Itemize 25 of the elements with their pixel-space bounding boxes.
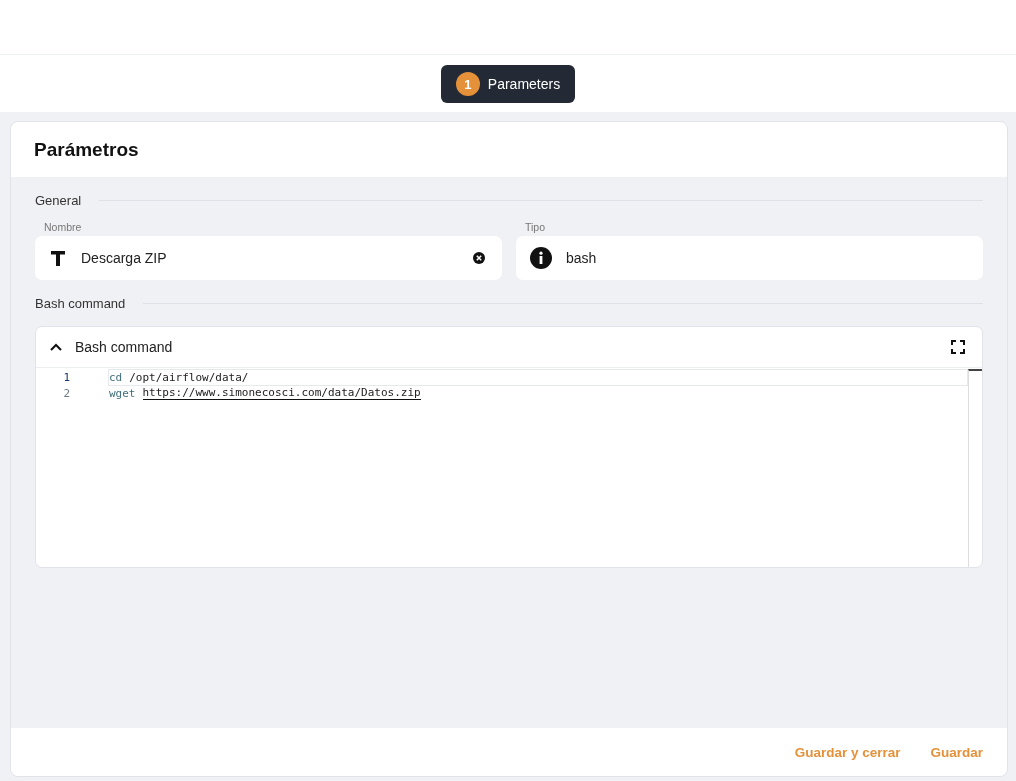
fullscreen-icon[interactable] bbox=[951, 340, 965, 354]
field-label: Nombre bbox=[44, 221, 83, 233]
text-type-icon bbox=[49, 249, 67, 267]
section-title: Bash command bbox=[35, 295, 126, 311]
field-label: Tipo bbox=[525, 221, 547, 233]
card-title: Parámetros bbox=[34, 138, 139, 161]
step-label: Parameters bbox=[487, 76, 561, 92]
code-keyword: cd bbox=[109, 370, 123, 384]
field-value: bash bbox=[566, 250, 598, 266]
clear-icon[interactable] bbox=[473, 252, 485, 264]
line-number: 1 bbox=[62, 370, 70, 384]
editor-title: Bash command bbox=[75, 339, 174, 355]
step-tab[interactable]: 1 Parameters bbox=[440, 65, 576, 103]
code-keyword: wget bbox=[109, 386, 136, 400]
chevron-icon[interactable] bbox=[50, 343, 62, 351]
field-value: Descarga ZIP bbox=[81, 250, 168, 266]
step-number: 1 bbox=[455, 72, 480, 96]
info-icon bbox=[530, 247, 552, 269]
section-title: General bbox=[35, 192, 82, 208]
input-field[interactable]: bash bbox=[516, 236, 983, 280]
code-text: /opt/airflow/data/ bbox=[129, 370, 249, 384]
input-field[interactable]: Descarga ZIP bbox=[35, 236, 502, 280]
line-number: 2 bbox=[62, 386, 70, 400]
code-link[interactable]: https://www.simonecosci.com/data/Datos.zip bbox=[142, 386, 421, 400]
scrollbar[interactable] bbox=[968, 369, 982, 567]
